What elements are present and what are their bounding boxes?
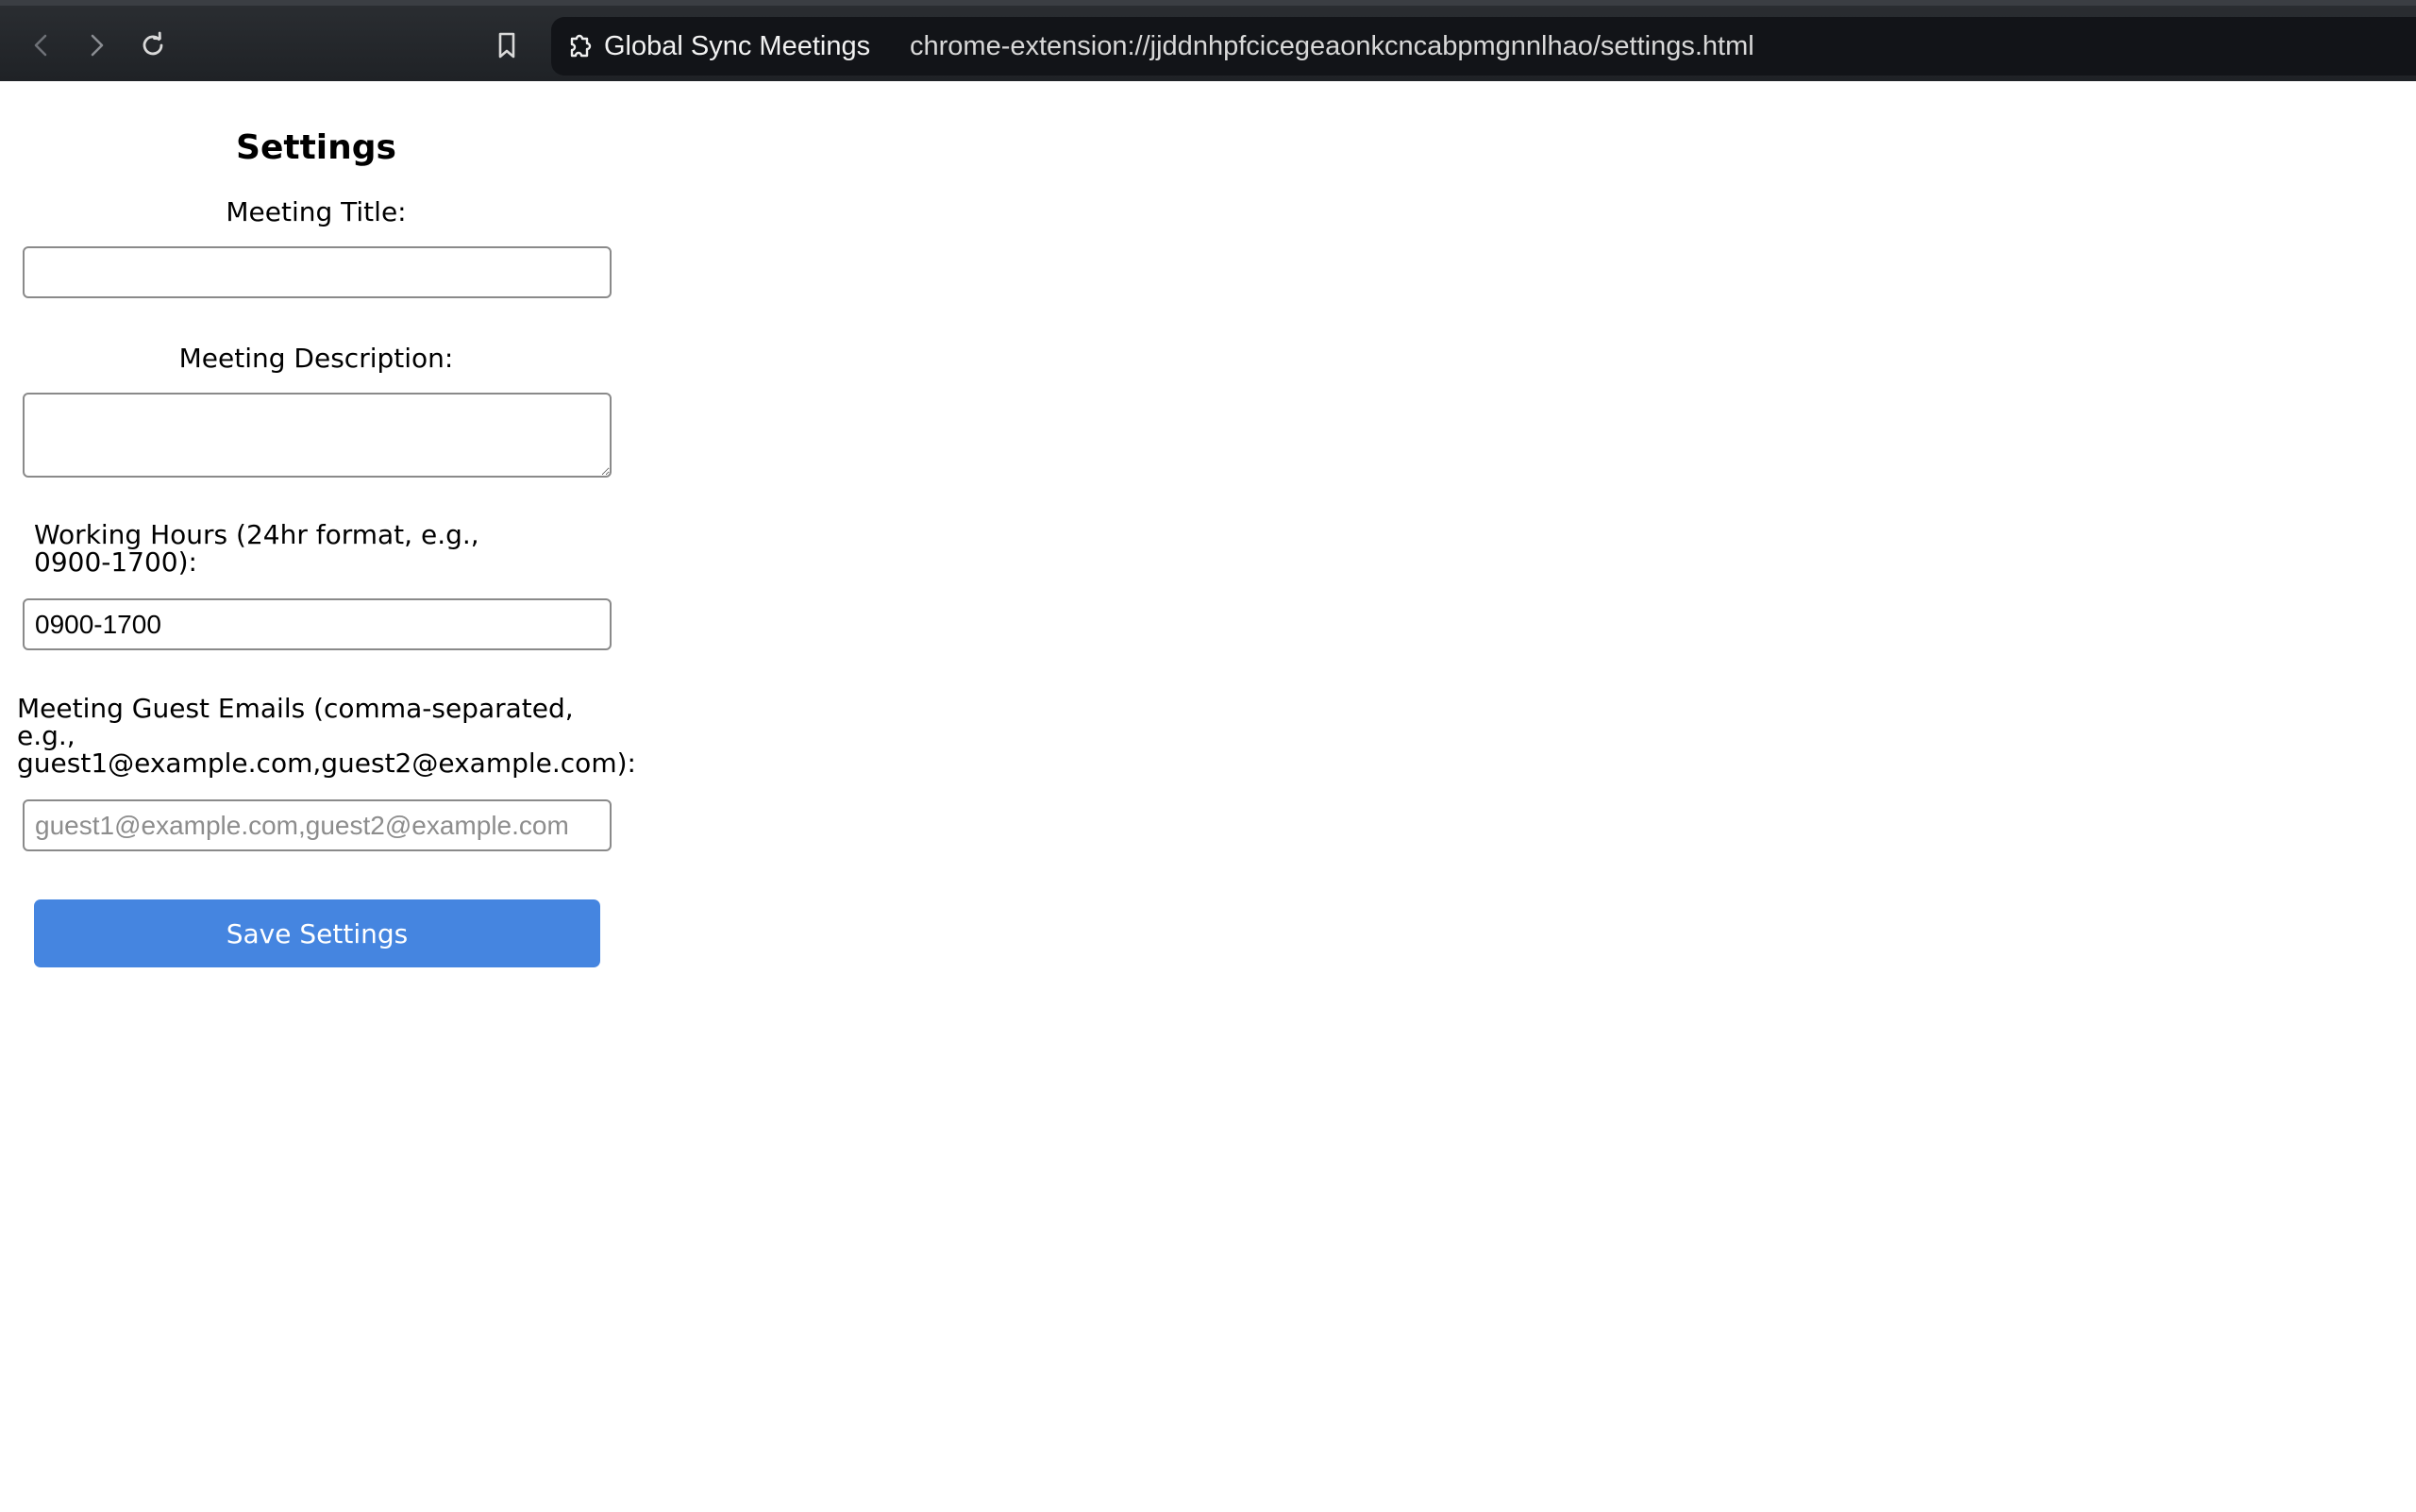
bookmark-button[interactable] [484,23,529,68]
working-hours-label: Working Hours (24hr format, e.g., 0900-1… [34,519,479,578]
save-settings-button[interactable]: Save Settings [34,899,600,967]
working-hours-input[interactable] [23,598,612,650]
url-text[interactable]: chrome-extension://jjddnhpfcicegeaonkcnc… [910,17,1754,76]
meeting-description-textarea[interactable] [23,393,612,478]
meeting-description-label: Meeting Description: [178,343,454,374]
reload-icon [143,31,163,56]
address-bar[interactable]: Global Sync Meetings chrome-extension://… [551,17,2416,76]
page-title: Settings [236,128,396,167]
forward-button[interactable] [74,23,119,68]
guest-emails-label: Meeting Guest Emails (comma-separated, e… [17,693,636,779]
back-button[interactable] [19,23,64,68]
browser-toolbar: Global Sync Meetings chrome-extension://… [0,0,2416,81]
site-name: Global Sync Meetings [604,31,871,61]
back-icon [34,34,47,57]
meeting-title-label: Meeting Title: [226,196,407,227]
guest-emails-input[interactable] [23,799,612,851]
extension-icon [570,34,592,58]
bookmark-icon [498,32,515,59]
meeting-title-input[interactable] [23,246,612,298]
reload-button[interactable] [130,23,176,68]
forward-icon [91,34,104,57]
